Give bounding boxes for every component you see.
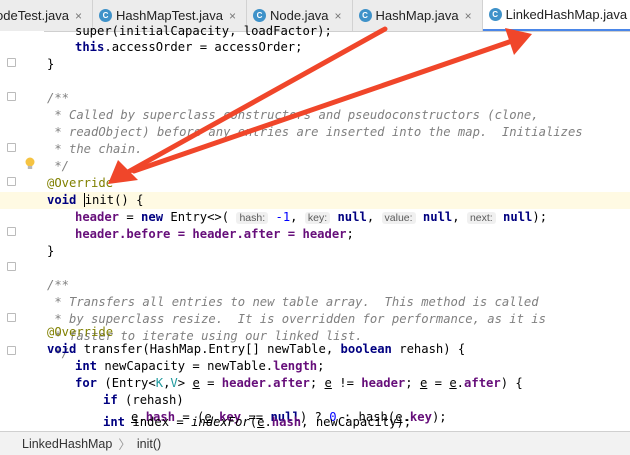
red-arrow — [131, 37, 518, 174]
breadcrumb-bar: LinkedHashMap 〉 init() — [0, 431, 630, 455]
breadcrumb-class[interactable]: LinkedHashMap — [0, 437, 112, 451]
breadcrumb-method[interactable]: init() — [137, 437, 161, 451]
breadcrumb-separator: 〉 — [118, 438, 131, 452]
annotation-arrows — [108, 26, 532, 184]
